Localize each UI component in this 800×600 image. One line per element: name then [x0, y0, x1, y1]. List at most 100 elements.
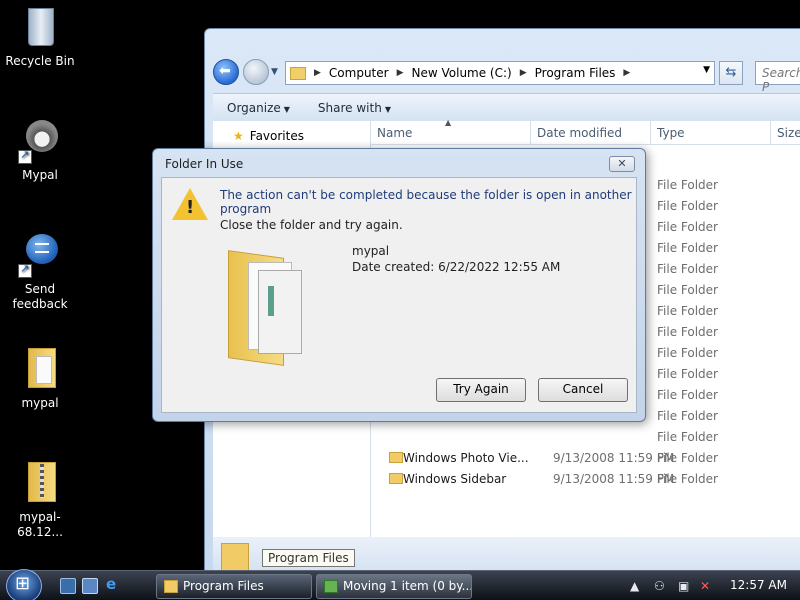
nav-item-label: Favorites	[249, 129, 304, 143]
taskbar-item-label: Program Files	[183, 579, 264, 593]
search-input[interactable]: Search P	[755, 61, 800, 94]
cancel-button[interactable]: Cancel	[538, 378, 628, 402]
folder-icon	[389, 473, 403, 484]
column-label: Date modified	[537, 126, 623, 140]
column-label: Size	[777, 126, 800, 140]
file-name: Windows Sidebar	[403, 472, 507, 486]
nav-item-favorites[interactable]: ★ Favorites	[233, 129, 304, 143]
star-icon: ★	[233, 129, 244, 143]
file-type-cell: File Folder	[657, 220, 718, 234]
feedback-icon	[18, 232, 62, 278]
chevron-right-icon[interactable]: ▶	[623, 68, 630, 78]
organize-label: Organize	[227, 100, 281, 115]
refresh-button[interactable]: ⇆	[719, 61, 743, 85]
clock[interactable]: 12:57 AM	[730, 578, 787, 592]
file-type-cell: File Folder	[657, 262, 718, 276]
breadcrumb-computer[interactable]: Computer	[329, 66, 389, 80]
breadcrumb-program-files[interactable]: Program Files	[535, 66, 616, 80]
file-type-cell: File Folder	[657, 325, 718, 339]
command-bar: Organize ▼ Share with ▼	[213, 93, 800, 121]
file-date: 9/13/2008 11:59 PM	[553, 451, 675, 465]
address-bar[interactable]: ▶ Computer ▶ New Volume (C:) ▶ Program F…	[285, 61, 715, 85]
dialog-body: ! The action can't be completed because …	[161, 177, 637, 413]
desktop-icon-mypal-folder[interactable]: mypal	[0, 346, 80, 411]
folder-date-created: Date created: 6/22/2022 12:55 AM	[352, 260, 561, 274]
folder-in-use-dialog: Folder In Use ✕ ! The action can't be co…	[152, 148, 646, 422]
desktop-icon-mypal[interactable]: Mypal	[0, 118, 80, 183]
folder-icon	[228, 244, 312, 366]
desktop-icon-label: mypal	[21, 396, 59, 410]
organize-menu[interactable]: Organize ▼	[213, 101, 304, 115]
share-with-menu[interactable]: Share with ▼	[304, 101, 405, 115]
folder-icon	[164, 580, 178, 593]
show-hidden-icons-icon[interactable]: ▲	[630, 579, 639, 593]
folder-icon	[18, 346, 62, 392]
folder-name: mypal	[352, 244, 390, 258]
column-header-type[interactable]: Type	[651, 121, 771, 145]
zip-folder-icon	[18, 460, 62, 506]
desktop-icon-recycle-bin[interactable]: Recycle Bin	[0, 4, 80, 69]
folder-icon	[290, 66, 306, 80]
taskbar-item-program-files[interactable]: Program Files	[156, 574, 312, 599]
desktop-icon-mypal-zip[interactable]: mypal-68.12...	[0, 460, 80, 540]
file-date: 9/13/2008 11:59 PM	[553, 472, 675, 486]
back-button[interactable]	[213, 59, 239, 85]
desktop-icon-label: mypal-68.12...	[17, 510, 63, 539]
address-dropdown-icon[interactable]: ▼	[703, 65, 710, 75]
desktop-icon-send-feedback[interactable]: Send feedback	[0, 232, 80, 312]
chevron-right-icon[interactable]: ▶	[520, 68, 527, 78]
shortcut-arrow-icon	[18, 148, 32, 164]
breadcrumb-new-volume[interactable]: New Volume (C:)	[412, 66, 512, 80]
share-with-label: Share with	[317, 100, 382, 115]
internet-explorer-icon[interactable]: e	[106, 575, 122, 593]
exclamation-icon: !	[186, 197, 195, 218]
column-header-name[interactable]: Name ▲	[371, 118, 531, 145]
table-row[interactable]: Windows Photo Vie... 9/13/2008 11:59 PM	[389, 451, 789, 472]
file-type-cell: File Folder	[657, 388, 718, 402]
switch-windows-icon[interactable]	[82, 578, 98, 594]
desktop-icon-label: Send feedback	[12, 282, 68, 311]
taskbar-item-moving[interactable]: Moving 1 item (0 by...	[316, 574, 472, 599]
shortcut-arrow-icon	[18, 262, 32, 278]
start-button[interactable]	[6, 569, 42, 600]
taskbar: e Program Files Moving 1 item (0 by... ▲…	[0, 569, 800, 600]
volume-muted-icon[interactable]: ✕	[700, 579, 710, 593]
file-type-cell: File Folder	[657, 367, 718, 381]
try-again-button[interactable]: Try Again	[436, 378, 526, 402]
dialog-instruction: Close the folder and try again.	[220, 218, 403, 232]
action-center-icon[interactable]: ▣	[678, 579, 689, 593]
sort-up-icon: ▲	[445, 118, 452, 127]
raccoon-icon	[18, 118, 62, 164]
desktop-icon-label: Recycle Bin	[5, 54, 75, 68]
network-icon[interactable]: ⚇	[654, 579, 665, 593]
file-type-cell: File Folder	[657, 430, 718, 444]
folder-icon	[221, 543, 249, 573]
column-header-date-modified[interactable]: Date modified	[531, 121, 651, 145]
forward-button[interactable]	[243, 59, 269, 85]
file-name: Windows Photo Vie...	[403, 451, 529, 465]
recent-pages-dropdown[interactable]: ▼	[271, 67, 278, 77]
show-desktop-icon[interactable]	[60, 578, 76, 594]
chevron-right-icon[interactable]: ▶	[397, 68, 404, 78]
file-type-cell: File Folder	[657, 283, 718, 297]
close-button[interactable]: ✕	[609, 156, 635, 172]
table-row[interactable]: Windows Sidebar 9/13/2008 11:59 PM	[389, 472, 789, 493]
column-header-size[interactable]: Size	[771, 121, 800, 145]
column-label: Name	[377, 126, 413, 140]
chevron-down-icon: ▼	[384, 104, 391, 114]
file-type-cell: File Folder	[657, 409, 718, 423]
column-label: Type	[657, 126, 685, 140]
dialog-title: Folder In Use	[165, 157, 244, 171]
taskbar-item-label: Moving 1 item (0 by...	[343, 579, 472, 593]
file-type-cell: File Folder	[657, 241, 718, 255]
chevron-down-icon: ▼	[283, 104, 290, 114]
file-type-cell: File Folder	[657, 178, 718, 192]
file-type-cell: File Folder	[657, 304, 718, 318]
copy-progress-icon	[324, 580, 338, 593]
dialog-message: The action can't be completed because th…	[220, 188, 632, 216]
navigation-bar: ▼ ▶ Computer ▶ New Volume (C:) ▶ Program…	[213, 59, 800, 94]
file-type-cell: File Folder	[657, 346, 718, 360]
tooltip: Program Files	[262, 549, 355, 567]
recycle-bin-icon	[18, 4, 62, 50]
chevron-right-icon[interactable]: ▶	[314, 68, 321, 78]
